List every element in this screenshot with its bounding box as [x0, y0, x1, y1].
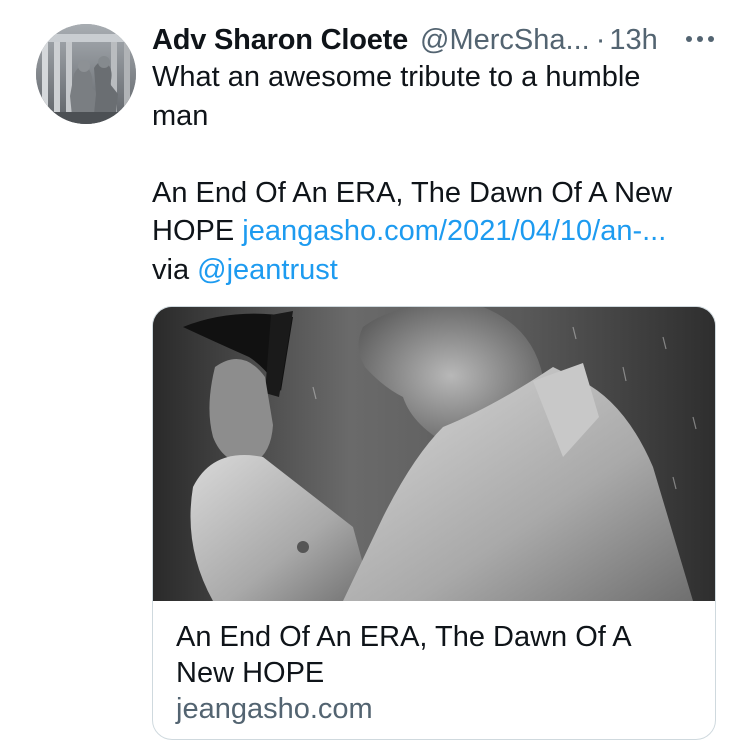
tweet-text: What an awesome tribute to a humble man … — [152, 58, 722, 289]
tweet-text-line: man — [152, 99, 209, 132]
card-image[interactable] — [153, 307, 715, 601]
tweet-link[interactable]: jeangasho.com/2021/04/10/an-... — [242, 215, 666, 247]
user-handle[interactable]: @MercSha... — [420, 24, 590, 57]
tweet-text-fragment: HOPE — [152, 215, 243, 247]
tweet-text-line: An End Of An ERA, The Dawn Of A New — [152, 176, 673, 209]
card-meta: An End Of An ERA, The Dawn Of A New HOPE… — [176, 619, 696, 727]
timestamp[interactable]: 13h — [609, 24, 657, 57]
avatar[interactable] — [36, 24, 136, 124]
card-title: An End Of An ERA, The Dawn Of A New HOPE — [176, 621, 631, 689]
tweet-text-line: What an awesome tribute to a humble — [152, 61, 641, 93]
link-card[interactable]: An End Of An ERA, The Dawn Of A New HOPE… — [152, 306, 716, 740]
tweet-text-fragment: via — [152, 253, 198, 286]
mention-link[interactable]: @jeantrust — [197, 254, 338, 286]
display-name[interactable]: Adv Sharon Cloete — [152, 24, 408, 57]
tweet-text-line: via @jeantrust — [152, 251, 722, 290]
more-horizontal-icon[interactable] — [684, 23, 716, 55]
tweet-text-line: HOPE jeangasho.com/2021/04/10/an-... — [152, 212, 722, 251]
tweet-header: Adv Sharon Cloete @MercSha... · 13h — [152, 20, 732, 60]
tweet[interactable]: Adv Sharon Cloete @MercSha... · 13h What… — [0, 0, 750, 744]
separator-dot: · — [595, 23, 606, 56]
card-domain: jeangasho.com — [176, 693, 373, 725]
